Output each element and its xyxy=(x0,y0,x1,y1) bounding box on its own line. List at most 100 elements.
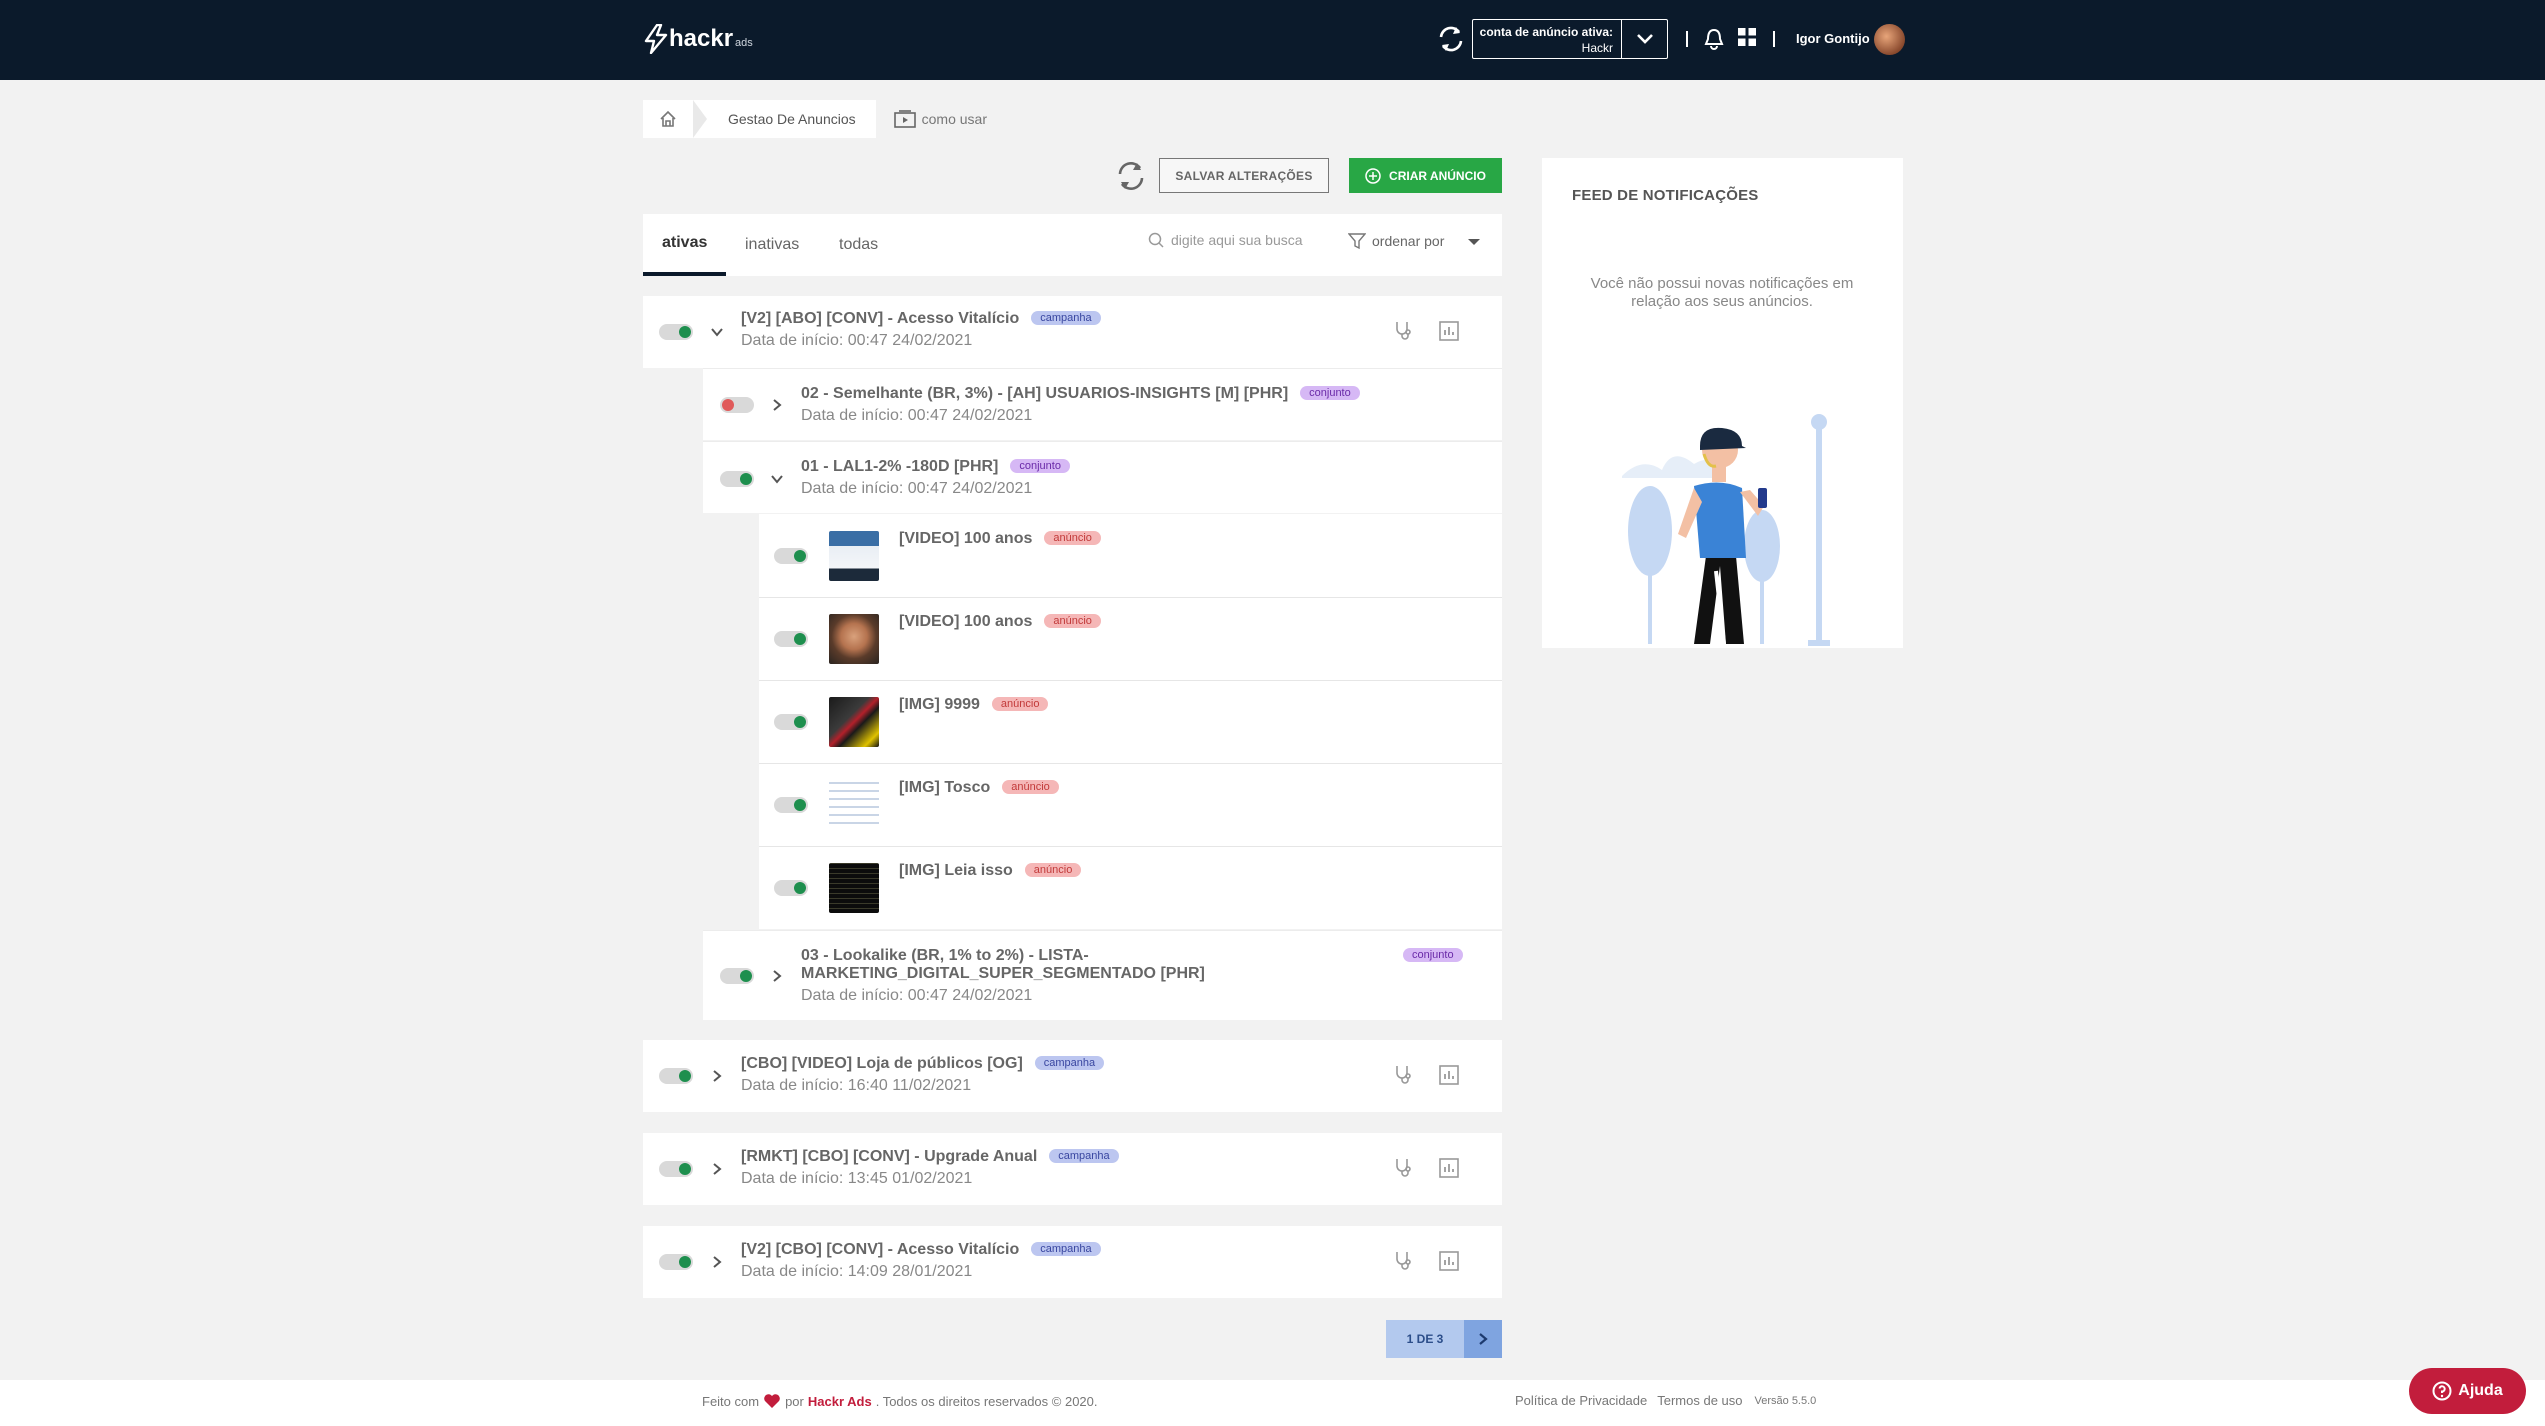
campaign-row[interactable]: [V2] [CBO] [CONV] - Acesso Vitalício camp… xyxy=(643,1226,1502,1298)
refresh-icon[interactable] xyxy=(1113,158,1149,194)
bar-chart-icon[interactable] xyxy=(1438,320,1460,342)
order-by-label: ordenar por xyxy=(1372,233,1445,249)
help-label: Ajuda xyxy=(2458,1382,2503,1399)
avatar[interactable] xyxy=(1874,24,1905,55)
ad-toggle[interactable] xyxy=(774,797,808,813)
ad-badge: anúncio xyxy=(1044,614,1101,628)
user-name[interactable]: Igor Gontijo xyxy=(1796,31,1870,46)
breadcrumb-home[interactable] xyxy=(643,100,693,138)
campaign-title: [V2] [ABO] [CONV] - Acesso Vitalício camp… xyxy=(741,310,1101,328)
footer-links: Política de Privacidade Termos de uso Ve… xyxy=(1515,1393,1816,1408)
campaign-row[interactable]: [CBO] [VIDEO] Loja de públicos [OG] campa… xyxy=(643,1040,1502,1112)
tab-inativas[interactable]: inativas xyxy=(745,214,799,276)
active-account-selector[interactable]: conta de anúncio ativa: Hackr xyxy=(1472,19,1668,59)
chevron-right-icon[interactable] xyxy=(709,1161,725,1177)
campaign-title: [V2] [CBO] [CONV] - Acesso Vitalício camp… xyxy=(741,1241,1101,1259)
chevron-right-icon[interactable] xyxy=(709,1254,725,1270)
campaign-row[interactable]: [V2] [ABO] [CONV] - Acesso Vitalício camp… xyxy=(643,296,1502,368)
search-box[interactable]: digite aqui sua busca xyxy=(1148,232,1303,248)
bar-chart-icon[interactable] xyxy=(1438,1250,1460,1272)
ad-toggle[interactable] xyxy=(774,714,808,730)
hackr-logo[interactable]: hackr ads xyxy=(643,22,753,56)
how-to-use-label: como usar xyxy=(921,111,987,127)
divider xyxy=(1686,31,1688,47)
search-icon xyxy=(1148,232,1164,248)
divider xyxy=(759,846,1502,847)
adset-row[interactable]: 03 - Lookalike (BR, 1% to 2%) - LISTA- MA… xyxy=(703,930,1502,1020)
chevron-right-icon[interactable] xyxy=(709,1068,725,1084)
campaign-date: Data de início: 16:40 11/02/2021 xyxy=(741,1077,972,1094)
bar-chart-icon[interactable] xyxy=(1438,1157,1460,1179)
campaign-date: Data de início: 13:45 01/02/2021 xyxy=(741,1170,973,1187)
chevron-right-icon[interactable] xyxy=(769,968,785,984)
adset-badge: conjunto xyxy=(1010,459,1070,473)
pagination: 1 DE 3 xyxy=(1386,1320,1502,1358)
sync-icon[interactable] xyxy=(1434,22,1468,56)
ads-list: [VIDEO] 100 anos anúncio [VIDEO] 100 anos… xyxy=(759,514,1502,929)
ad-toggle[interactable] xyxy=(774,631,808,647)
how-to-use-link[interactable]: como usar xyxy=(893,110,987,128)
search-input[interactable]: digite aqui sua busca xyxy=(1171,232,1303,248)
adset-toggle[interactable] xyxy=(720,968,754,984)
adset-title: 01 - LAL1-2% -180D [PHR] conjunto xyxy=(801,458,1070,476)
divider xyxy=(759,597,1502,598)
campaign-toggle[interactable] xyxy=(659,1254,693,1270)
campaign-row[interactable]: [RMKT] [CBO] [CONV] - Upgrade Anual campa… xyxy=(643,1133,1502,1205)
adset-badge: conjunto xyxy=(1300,386,1360,400)
ad-toggle[interactable] xyxy=(774,880,808,896)
adset-toggle[interactable] xyxy=(720,397,754,413)
ad-title: [VIDEO] 100 anos anúncio xyxy=(899,613,1101,631)
notifications-empty-text: Você não possui novas notificações em re… xyxy=(1590,275,1854,310)
help-button[interactable]: Ajuda xyxy=(2409,1368,2526,1414)
apps-grid-icon[interactable] xyxy=(1737,27,1757,47)
ad-toggle[interactable] xyxy=(774,548,808,564)
stethoscope-icon[interactable] xyxy=(1393,1064,1413,1086)
stethoscope-icon[interactable] xyxy=(1393,1157,1413,1179)
campaign-badge: campanha xyxy=(1034,1056,1105,1070)
adset-row[interactable]: 01 - LAL1-2% -180D [PHR] conjunto Data de… xyxy=(703,441,1502,513)
tab-ativas[interactable]: ativas xyxy=(643,214,727,276)
privacy-policy-link[interactable]: Política de Privacidade xyxy=(1515,1393,1647,1408)
video-play-icon xyxy=(893,110,916,128)
campaign-badge: campanha xyxy=(1031,311,1101,325)
save-changes-button[interactable]: SALVAR ALTERAÇÕES xyxy=(1159,158,1329,193)
chevron-down-icon[interactable] xyxy=(769,471,785,487)
adset-date: Data de início: 00:47 24/02/2021 xyxy=(801,407,1033,424)
adset-date: Data de início: 00:47 24/02/2021 xyxy=(801,480,1033,497)
divider xyxy=(759,763,1502,764)
ad-thumbnail[interactable] xyxy=(829,531,879,581)
ad-thumbnail[interactable] xyxy=(829,697,879,747)
campaign-toggle[interactable] xyxy=(659,1068,693,1084)
ad-thumbnail[interactable] xyxy=(829,780,879,830)
chevron-right-icon[interactable] xyxy=(769,397,785,413)
create-ad-button[interactable]: CRIAR ANÚNCIO xyxy=(1349,158,1502,193)
heart-icon xyxy=(764,1394,780,1408)
campaign-date: Data de início: 14:09 28/01/2021 xyxy=(741,1263,973,1280)
chevron-right-icon xyxy=(1479,1333,1488,1345)
ad-thumbnail[interactable] xyxy=(829,863,879,913)
notifications-title: FEED DE NOTIFICAÇÕES xyxy=(1572,187,1759,204)
campaign-title: [RMKT] [CBO] [CONV] - Upgrade Anual campa… xyxy=(741,1148,1119,1166)
bar-chart-icon[interactable] xyxy=(1438,1064,1460,1086)
home-icon xyxy=(660,110,676,127)
campaign-toggle[interactable] xyxy=(659,324,693,340)
campaign-toggle[interactable] xyxy=(659,1161,693,1177)
tab-todas[interactable]: todas xyxy=(839,214,878,276)
order-by-select[interactable]: ordenar por xyxy=(1348,232,1480,250)
ad-title: [IMG] Tosco anúncio xyxy=(899,779,1059,797)
terms-of-use-link[interactable]: Termos de uso xyxy=(1657,1393,1742,1408)
breadcrumb-current[interactable]: Gestao De Anuncios xyxy=(693,100,876,138)
bell-icon[interactable] xyxy=(1703,27,1725,51)
footer-made-with: Feito com xyxy=(702,1393,760,1409)
adset-row[interactable]: 02 - Semelhante (BR, 3%) - [AH] USUARIOS… xyxy=(703,368,1502,440)
footer-brand-link[interactable]: Hackr Ads xyxy=(808,1394,872,1409)
account-dropdown-button[interactable] xyxy=(1621,20,1667,58)
filter-icon xyxy=(1348,233,1366,250)
next-page-button[interactable] xyxy=(1464,1320,1502,1358)
adset-toggle[interactable] xyxy=(720,471,754,487)
stethoscope-icon[interactable] xyxy=(1393,1250,1413,1272)
stethoscope-icon[interactable] xyxy=(1393,320,1413,342)
chevron-down-icon[interactable] xyxy=(709,324,725,340)
logo-text: hackr xyxy=(669,25,734,52)
ad-thumbnail[interactable] xyxy=(829,614,879,664)
